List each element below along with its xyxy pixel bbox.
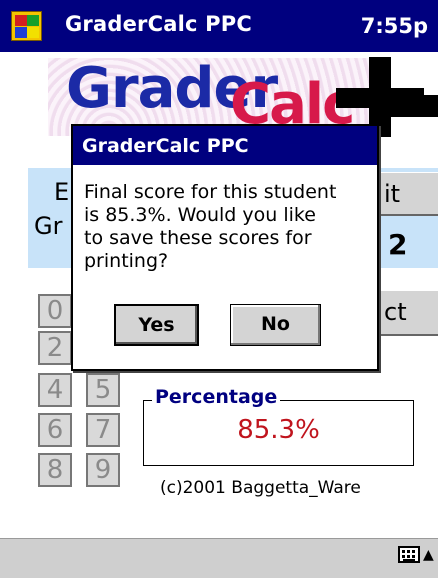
minus-icon <box>386 95 438 117</box>
keypad-key-6[interactable]: 6 <box>38 413 72 447</box>
obscured-label-fragment: E <box>54 178 70 206</box>
keypad-key-7[interactable]: 7 <box>86 413 120 447</box>
percentage-label: Percentage <box>152 386 281 408</box>
clock[interactable]: 7:55p <box>361 14 428 38</box>
keypad-key-5[interactable]: 5 <box>86 373 120 407</box>
keypad-key-2[interactable]: 2 <box>38 331 72 365</box>
obscured-label-fragment: Gr <box>34 212 63 240</box>
dialog-title: GraderCalc PPC <box>73 126 377 165</box>
app-title: GraderCalc PPC <box>65 12 252 36</box>
copyright-text: (c)2001 Baggetta_Ware <box>160 478 361 498</box>
keypad-key-9[interactable]: 9 <box>86 453 120 487</box>
keypad-key-4[interactable]: 4 <box>38 373 72 407</box>
keyboard-icon[interactable] <box>398 546 420 563</box>
edit-button-label-fragment: it <box>384 180 401 208</box>
title-bar: GraderCalc PPC 7:55p <box>0 0 438 52</box>
keypad-key-8[interactable]: 8 <box>38 453 72 487</box>
select-button-label-fragment: ct <box>384 298 407 326</box>
save-scores-dialog: GraderCalc PPC Final score for this stud… <box>71 124 379 371</box>
chevron-up-icon[interactable]: ▲ <box>423 547 434 563</box>
keypad-key-0[interactable]: 0 <box>38 294 72 328</box>
percentage-value: 85.3% <box>237 415 320 445</box>
windows-flag-icon[interactable] <box>11 11 42 41</box>
count-value-fragment: 2 <box>388 228 408 261</box>
yes-button[interactable]: Yes <box>114 304 199 346</box>
no-button[interactable]: No <box>230 304 321 346</box>
command-bar <box>0 538 438 578</box>
dialog-message: Final score for this student is 85.3%. W… <box>84 181 337 272</box>
